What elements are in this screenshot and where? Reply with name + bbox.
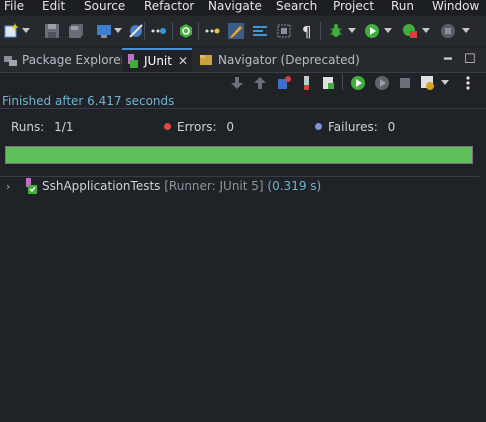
tab-navigator[interactable]: Navigator (Deprecated) [200, 48, 360, 72]
failures-counter: Failures: 0 [315, 120, 395, 134]
task-icon[interactable] [150, 23, 166, 39]
menu-source[interactable]: Source [84, 0, 125, 13]
test-progress-fill [6, 147, 472, 163]
save-icon[interactable] [44, 23, 60, 39]
menu-bar: File Edit Source Refactor Navigate Searc… [0, 0, 486, 15]
external-tools-dropdown-icon[interactable] [462, 28, 470, 33]
menu-project[interactable]: Project [333, 0, 374, 13]
highlight-icon[interactable] [228, 23, 244, 39]
terminal-dropdown-icon[interactable] [114, 28, 122, 33]
history-icon[interactable] [420, 75, 436, 91]
scroll-lock-icon[interactable] [320, 75, 336, 91]
test-tree-row[interactable]: › SshApplicationTests [Runner: JUnit 5] … [0, 178, 486, 196]
navigator-icon [200, 55, 212, 65]
view-menu-icon[interactable] [460, 75, 476, 91]
tab-package-explorer-label: Package Explorer [22, 53, 126, 67]
next-failure-icon[interactable] [229, 75, 245, 91]
stop-icon[interactable] [397, 75, 413, 91]
debug-dropdown-icon[interactable] [348, 28, 356, 33]
view-tab-bar: Package Explorer JUnit ✕ Navigator (Depr… [0, 48, 486, 73]
junit-icon [128, 54, 138, 68]
new-icon[interactable] [4, 23, 20, 39]
rerun-icon[interactable] [350, 75, 366, 91]
tab-package-explorer[interactable]: Package Explorer [4, 48, 126, 72]
minimize-icon[interactable]: ━ [444, 52, 452, 67]
errors-counter: Errors: 0 [164, 120, 234, 134]
errors-value: 0 [226, 120, 235, 134]
test-class-name: SshApplicationTests [42, 179, 161, 193]
spring-icon[interactable] [178, 23, 194, 39]
new-dropdown-icon[interactable] [22, 28, 30, 33]
failures-value: 0 [387, 120, 396, 134]
skip-breakpoints-icon[interactable] [128, 23, 144, 39]
runs-counter: Runs: 1/1 [11, 120, 73, 134]
test-runner: [Runner: JUnit 5] [164, 179, 264, 193]
tab-junit[interactable]: JUnit ✕ [122, 48, 193, 72]
error-icon [164, 123, 171, 130]
history-dropdown-icon[interactable] [441, 80, 449, 85]
tree-scrollbar[interactable] [479, 176, 486, 422]
menu-edit[interactable]: Edit [42, 0, 65, 13]
test-class-success-icon [26, 178, 37, 194]
menu-navigate[interactable]: Navigate [208, 0, 262, 13]
run-icon[interactable] [364, 23, 380, 39]
tree-divider [0, 176, 486, 177]
show-whitespace-icon[interactable]: ¶ [300, 23, 316, 39]
tab-junit-label: JUnit [144, 54, 172, 68]
package-explorer-icon [4, 56, 17, 66]
failures-label: Failures: [328, 120, 378, 134]
test-time: (0.319 s) [267, 179, 322, 193]
save-all-icon[interactable] [68, 23, 84, 39]
terminal-icon[interactable] [96, 23, 112, 39]
failure-icon [315, 123, 322, 130]
rerun-failed-first-icon[interactable] [374, 75, 390, 91]
run-dropdown-icon[interactable] [384, 28, 392, 33]
external-tools-icon[interactable] [440, 23, 456, 39]
menu-file[interactable]: File [4, 0, 24, 13]
coverage-dropdown-icon[interactable] [422, 28, 430, 33]
word-wrap-icon[interactable] [252, 23, 268, 39]
main-toolbar: ¶ [0, 16, 486, 46]
menu-window[interactable]: Window [432, 0, 479, 13]
runs-label: Runs: [11, 120, 45, 134]
test-progress-bar [5, 146, 473, 164]
test-tree-label: SshApplicationTests [Runner: JUnit 5] (0… [42, 179, 321, 193]
menu-run[interactable]: Run [391, 0, 414, 13]
menu-search[interactable]: Search [276, 0, 317, 13]
tab-navigator-label: Navigator (Deprecated) [218, 53, 360, 67]
errors-label: Errors: [177, 120, 217, 134]
junit-counters: Runs: 1/1 Errors: 0 Failures: 0 [0, 120, 486, 138]
show-failures-only-icon[interactable] [276, 75, 292, 91]
debug-icon[interactable] [328, 23, 344, 39]
maximize-icon[interactable]: ☐ [464, 52, 476, 67]
next-annotation-icon[interactable] [204, 23, 220, 39]
chevron-right-icon[interactable]: › [6, 180, 10, 193]
runs-value: 1/1 [54, 120, 74, 134]
divider [0, 108, 486, 109]
previous-failure-icon[interactable] [252, 75, 268, 91]
menu-refactor[interactable]: Refactor [144, 0, 194, 13]
junit-view-toolbar [0, 73, 486, 93]
show-skipped-icon[interactable] [299, 75, 315, 91]
close-icon[interactable]: ✕ [178, 54, 188, 68]
junit-status-text: Finished after 6.417 seconds [2, 94, 175, 108]
block-selection-icon[interactable] [276, 23, 292, 39]
svg-text:¶: ¶ [302, 23, 312, 39]
coverage-icon[interactable] [402, 23, 418, 39]
